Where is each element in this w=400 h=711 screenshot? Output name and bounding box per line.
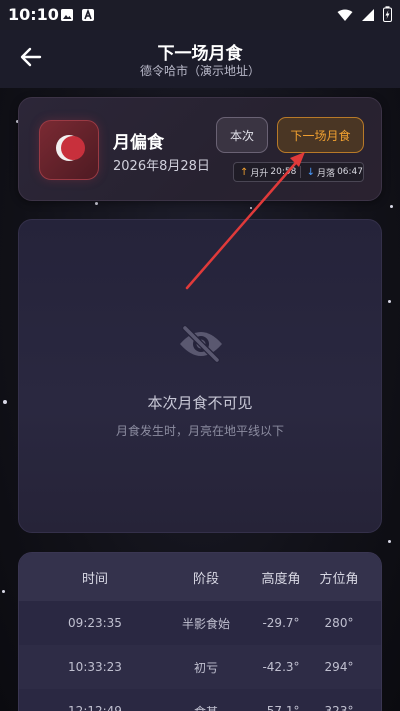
gallery-icon [60, 7, 74, 26]
moon-rise-set-badge: ↑ 月升 20:58 ↓ 月落 06:47 [233, 162, 364, 182]
visibility-panel: 本次月食不可见 月食发生时，月亮在地平线以下 [18, 219, 382, 533]
row-phase: 初亏 [193, 660, 218, 675]
not-visible-note: 月食发生时，月亮在地平线以下 [115, 424, 284, 438]
eclipse-type-label: 月偏食 [113, 133, 164, 153]
row-azimuth: 280° [324, 616, 354, 630]
row-time: 12:12:49 [68, 704, 122, 711]
star [2, 590, 5, 593]
column-header-altitude: 高度角 [261, 571, 301, 587]
star [388, 540, 391, 543]
font-a-icon [81, 7, 95, 26]
moonrise-time: 20:58 [270, 167, 297, 177]
wifi-icon [337, 7, 353, 26]
top-app-bar: 下一场月食 德令哈市（演示地址） [0, 30, 400, 88]
eclipse-date: 2026年8月28日 [113, 159, 210, 174]
row-time: 09:23:35 [68, 616, 122, 630]
star [3, 400, 7, 404]
row-time: 10:33:23 [68, 660, 122, 674]
next-eclipse-button[interactable]: 下一场月食 [277, 117, 364, 153]
page-title: 下一场月食 [157, 44, 243, 64]
not-visible-title: 本次月食不可见 [147, 394, 253, 412]
eclipse-phase-table: 时间 阶段 高度角 方位角 09:23:35 半影食始 -29.7° 280° … [18, 552, 382, 711]
moonrise-label: 月升 [250, 168, 269, 179]
table-row: 09:23:35 半影食始 -29.7° 280° [19, 601, 381, 645]
moon-eclipse-icon [52, 131, 86, 169]
column-header-time: 时间 [81, 571, 108, 587]
eclipse-icon-tile [39, 120, 99, 180]
star [95, 202, 98, 205]
row-azimuth: 294° [324, 660, 354, 674]
row-phase: 半影食始 [181, 616, 230, 631]
eclipse-summary-card: 月偏食 2026年8月28日 本次 下一场月食 ↑ 月升 20:58 ↓ 月落 … [18, 97, 382, 201]
table-row: 12:12:49 食甚 -57.1° 323° [19, 689, 381, 711]
table-header: 时间 阶段 高度角 方位角 [19, 553, 381, 601]
signal-icon [361, 7, 375, 26]
star [390, 205, 393, 208]
eye-off-icon [177, 324, 225, 364]
battery-charging-icon [383, 6, 392, 26]
current-eclipse-button[interactable]: 本次 [216, 117, 268, 153]
row-azimuth: 323° [324, 704, 354, 711]
moonset-label: 月落 [317, 168, 336, 179]
table-row: 10:33:23 初亏 -42.3° 294° [19, 645, 381, 689]
location-subtitle: 德令哈市（演示地址） [139, 64, 260, 78]
status-time: 10:10 [8, 5, 59, 24]
row-altitude: -57.1° [262, 704, 300, 711]
column-header-azimuth: 方位角 [319, 571, 359, 587]
status-bar: 10:10 [0, 0, 400, 30]
column-header-phase: 阶段 [192, 571, 219, 587]
row-phase: 食甚 [151, 689, 261, 711]
moonset-time: 06:47 [337, 167, 363, 177]
row-altitude: -42.3° [262, 660, 300, 674]
star [388, 300, 391, 303]
arrow-down-icon: ↓ [306, 166, 316, 178]
arrow-up-icon: ↑ [240, 166, 249, 178]
star [250, 207, 252, 209]
row-altitude: -29.7° [262, 616, 300, 630]
